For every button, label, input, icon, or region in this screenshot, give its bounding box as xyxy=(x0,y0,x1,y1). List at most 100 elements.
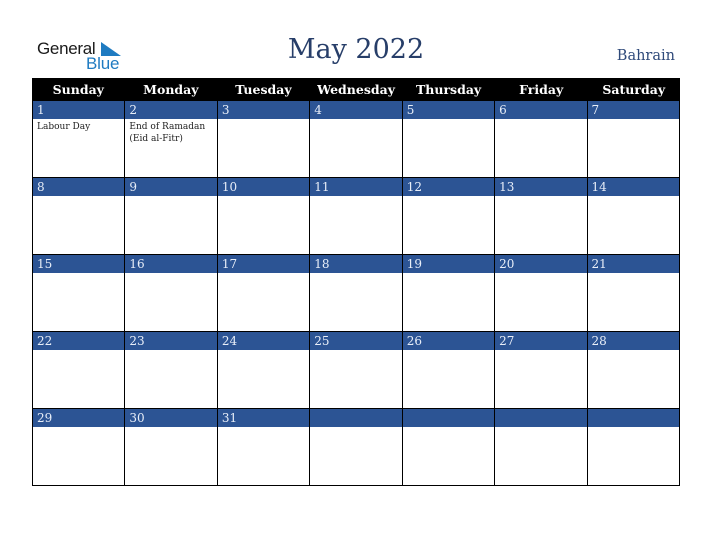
holiday-label xyxy=(588,196,679,198)
day-number: 22 xyxy=(33,332,125,350)
holiday-label: Labour Day xyxy=(37,122,91,132)
day-cell[interactable]: 10 xyxy=(217,178,311,254)
day-number: 3 xyxy=(217,101,310,119)
day-number: 5 xyxy=(402,101,495,119)
day-cell[interactable]: 15 xyxy=(33,255,126,331)
day-cell[interactable]: 30 xyxy=(125,409,218,485)
day-cell[interactable]: 7 xyxy=(587,101,679,177)
holiday-label xyxy=(33,427,124,429)
day-number: 7 xyxy=(587,101,679,119)
day-cell[interactable]: 20 xyxy=(495,255,588,331)
country-label: Bahrain xyxy=(616,48,675,64)
day-cell[interactable]: 19 xyxy=(402,255,496,331)
day-cell[interactable]: 21 xyxy=(587,255,679,331)
weekday-wednesday: Wednesday xyxy=(317,82,395,97)
week-row: 8 9 10 11 12 13 14 xyxy=(32,178,680,255)
holiday-label xyxy=(403,350,494,352)
day-number: 31 xyxy=(217,409,310,427)
holiday-label xyxy=(33,273,124,275)
day-number: 17 xyxy=(217,255,310,273)
day-number: 23 xyxy=(125,332,217,350)
day-number: 20 xyxy=(495,255,587,273)
holiday-label xyxy=(403,427,494,429)
holiday-label xyxy=(125,427,216,429)
holiday-label xyxy=(310,273,401,275)
holiday-label xyxy=(588,350,679,352)
month-title: May 2022 xyxy=(287,34,425,65)
holiday-label xyxy=(218,196,309,198)
weekday-friday: Friday xyxy=(519,82,564,97)
day-cell[interactable]: 16 xyxy=(125,255,218,331)
week-row: 29 30 31 xyxy=(32,409,680,486)
holiday-label xyxy=(495,119,586,121)
day-cell[interactable] xyxy=(587,409,679,485)
holiday-label xyxy=(495,427,586,429)
day-number: 14 xyxy=(587,178,679,196)
day-cell[interactable]: 22 xyxy=(33,332,126,408)
day-cell[interactable]: 28 xyxy=(587,332,679,408)
day-number: 9 xyxy=(125,178,217,196)
holiday-label xyxy=(495,196,586,198)
day-number: 26 xyxy=(402,332,495,350)
day-cell[interactable]: 31 xyxy=(217,409,311,485)
holiday-label xyxy=(310,119,401,121)
holiday-label xyxy=(310,427,401,429)
holiday-label xyxy=(218,273,309,275)
day-cell[interactable]: 11 xyxy=(310,178,403,254)
day-cell[interactable] xyxy=(310,409,403,485)
day-cell[interactable]: 29 xyxy=(33,409,126,485)
holiday-label xyxy=(403,273,494,275)
day-cell[interactable]: 1 Labour Day xyxy=(33,101,126,177)
day-cell[interactable]: 6 xyxy=(495,101,588,177)
weekday-monday: Monday xyxy=(143,82,199,97)
weekday-header-row: Sunday Monday Tuesday Wednesday Thursday… xyxy=(32,78,680,101)
day-number: 16 xyxy=(125,255,217,273)
holiday-label xyxy=(403,119,494,121)
day-number: 11 xyxy=(310,178,402,196)
day-number: 28 xyxy=(587,332,679,350)
day-number xyxy=(402,409,495,427)
day-cell[interactable]: 23 xyxy=(125,332,218,408)
day-number xyxy=(310,409,402,427)
day-cell[interactable]: 18 xyxy=(310,255,403,331)
day-cell[interactable]: 4 xyxy=(310,101,403,177)
day-cell[interactable]: 8 xyxy=(33,178,126,254)
week-row: 15 16 17 18 19 20 21 xyxy=(32,255,680,332)
day-number: 19 xyxy=(402,255,495,273)
day-cell[interactable]: 5 xyxy=(402,101,496,177)
day-number: 1 xyxy=(33,101,125,119)
day-cell[interactable]: 14 xyxy=(587,178,679,254)
holiday-label xyxy=(310,350,401,352)
day-number: 27 xyxy=(495,332,587,350)
holiday-label xyxy=(495,273,586,275)
holiday-label xyxy=(588,427,679,429)
day-cell[interactable]: 25 xyxy=(310,332,403,408)
day-cell[interactable]: 2 End of Ramadan (Eid al-Fitr) xyxy=(125,101,218,177)
day-number: 13 xyxy=(495,178,587,196)
day-number: 30 xyxy=(125,409,217,427)
day-number: 10 xyxy=(217,178,310,196)
day-number: 18 xyxy=(310,255,402,273)
holiday-label xyxy=(33,196,124,198)
day-cell[interactable]: 12 xyxy=(402,178,496,254)
weekday-tuesday: Tuesday xyxy=(235,82,292,97)
weekday-sunday: Sunday xyxy=(52,82,104,97)
day-number: 12 xyxy=(402,178,495,196)
day-cell[interactable]: 9 xyxy=(125,178,218,254)
day-cell[interactable]: 26 xyxy=(402,332,496,408)
day-number: 21 xyxy=(587,255,679,273)
day-cell[interactable]: 17 xyxy=(217,255,311,331)
day-number xyxy=(495,409,587,427)
day-cell[interactable]: 13 xyxy=(495,178,588,254)
holiday-label xyxy=(310,196,401,198)
day-number: 29 xyxy=(33,409,125,427)
holiday-label xyxy=(588,119,679,121)
day-cell[interactable]: 27 xyxy=(495,332,588,408)
weekday-saturday: Saturday xyxy=(602,82,666,97)
day-number xyxy=(587,409,679,427)
day-cell[interactable]: 24 xyxy=(217,332,311,408)
day-cell[interactable] xyxy=(402,409,496,485)
day-cell[interactable] xyxy=(495,409,588,485)
day-cell[interactable]: 3 xyxy=(217,101,311,177)
day-number: 6 xyxy=(495,101,587,119)
